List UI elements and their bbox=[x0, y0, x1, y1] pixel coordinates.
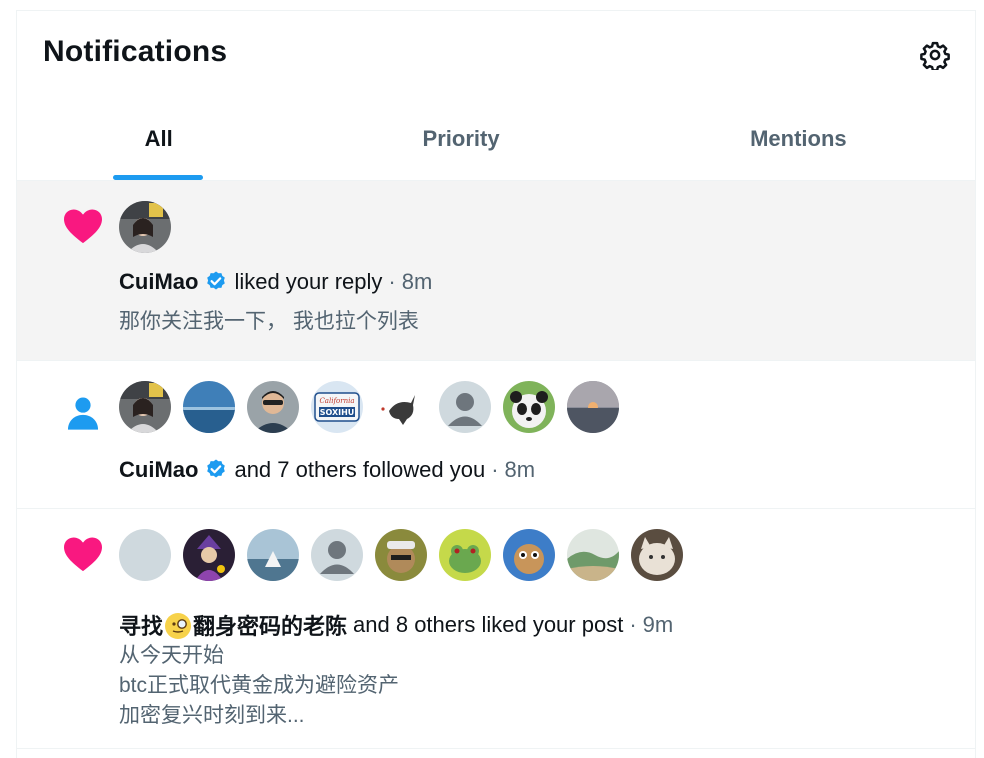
actor-name[interactable]: CuiMao bbox=[119, 457, 198, 483]
tab-mentions-label: Mentions bbox=[750, 125, 847, 151]
avatar-group bbox=[119, 529, 683, 581]
avatar[interactable]: California SOXIHU bbox=[311, 381, 363, 433]
action-text: and 8 others liked your post bbox=[353, 612, 624, 637]
avatar[interactable] bbox=[183, 381, 235, 433]
tab-bar: All Priority Mentions bbox=[17, 97, 975, 181]
timestamp: 8m bbox=[401, 269, 433, 294]
separator-dot: · bbox=[388, 269, 396, 294]
timestamp: 9m bbox=[642, 612, 674, 637]
avatar[interactable] bbox=[567, 381, 619, 433]
avatar[interactable] bbox=[119, 201, 171, 253]
avatar[interactable] bbox=[567, 529, 619, 581]
tab-mentions[interactable]: Mentions bbox=[622, 97, 975, 180]
notification-text: CuiMao and 7 others followed you · 8m bbox=[119, 457, 535, 483]
svg-text:California: California bbox=[319, 397, 354, 405]
settings-button[interactable] bbox=[917, 37, 953, 73]
actor-name-prefix: 寻找 bbox=[119, 614, 164, 639]
tab-priority[interactable]: Priority bbox=[300, 97, 621, 180]
avatar[interactable] bbox=[247, 529, 299, 581]
avatar[interactable] bbox=[311, 529, 363, 581]
svg-text:SOXIHU: SOXIHU bbox=[320, 408, 355, 417]
notification-text: 寻找 翻身密码的老陈 and 8 others liked your post ·… bbox=[119, 609, 673, 641]
avatar[interactable] bbox=[247, 381, 299, 433]
active-tab-indicator bbox=[113, 175, 203, 180]
heart-icon bbox=[61, 203, 105, 247]
tab-priority-label: Priority bbox=[422, 125, 500, 151]
notification-content-line: btc正式取代黄金成为避险资产 bbox=[119, 674, 400, 697]
timestamp: 8m bbox=[504, 457, 536, 482]
notification-item[interactable]: CuiMao liked your reply · 8m 那你关注我一下， 我也… bbox=[17, 181, 975, 361]
action-text: liked your reply bbox=[234, 269, 383, 294]
separator-dot: · bbox=[629, 612, 637, 637]
notification-item[interactable]: 寻找 翻身密码的老陈 and 8 others liked your post ·… bbox=[17, 509, 975, 749]
avatar[interactable] bbox=[439, 529, 491, 581]
notification-item[interactable]: California SOXIHU CuiMao and 7 others fol… bbox=[17, 361, 975, 509]
person-icon bbox=[61, 391, 105, 435]
actor-name[interactable]: 寻找 翻身密码的老陈 bbox=[119, 609, 347, 641]
avatar[interactable] bbox=[503, 381, 555, 433]
actor-name-suffix: 翻身密码的老陈 bbox=[193, 614, 348, 639]
avatar[interactable] bbox=[439, 381, 491, 433]
notifications-panel: Notifications All Priority Mentions CuiM… bbox=[16, 10, 976, 758]
magnifier-face-emoji-icon bbox=[165, 613, 192, 639]
verified-badge-icon bbox=[204, 270, 228, 294]
tab-all[interactable]: All bbox=[17, 97, 300, 180]
avatar[interactable] bbox=[119, 529, 171, 581]
header: Notifications bbox=[17, 11, 975, 97]
notification-content-line: 从今天开始 bbox=[119, 644, 224, 667]
notification-text: CuiMao liked your reply · 8m bbox=[119, 269, 432, 295]
actor-name[interactable]: CuiMao bbox=[119, 269, 198, 295]
page-title: Notifications bbox=[43, 35, 228, 68]
heart-icon bbox=[61, 531, 105, 575]
notification-content: 那你关注我一下， 我也拉个列表 bbox=[119, 310, 419, 333]
action-text: and 7 others followed you bbox=[234, 457, 486, 482]
tab-all-label: All bbox=[144, 125, 173, 151]
separator-dot: · bbox=[491, 457, 499, 482]
avatar[interactable] bbox=[119, 381, 171, 433]
notification-content-line: 加密复兴时刻到来... bbox=[119, 704, 305, 727]
avatar[interactable] bbox=[375, 529, 427, 581]
gear-icon bbox=[920, 41, 950, 70]
avatar[interactable] bbox=[631, 529, 683, 581]
avatar[interactable] bbox=[183, 529, 235, 581]
avatar[interactable] bbox=[503, 529, 555, 581]
avatar-group: California SOXIHU bbox=[119, 381, 619, 433]
avatar[interactable] bbox=[375, 381, 427, 433]
avatar-group bbox=[119, 201, 171, 253]
verified-badge-icon bbox=[204, 458, 228, 482]
